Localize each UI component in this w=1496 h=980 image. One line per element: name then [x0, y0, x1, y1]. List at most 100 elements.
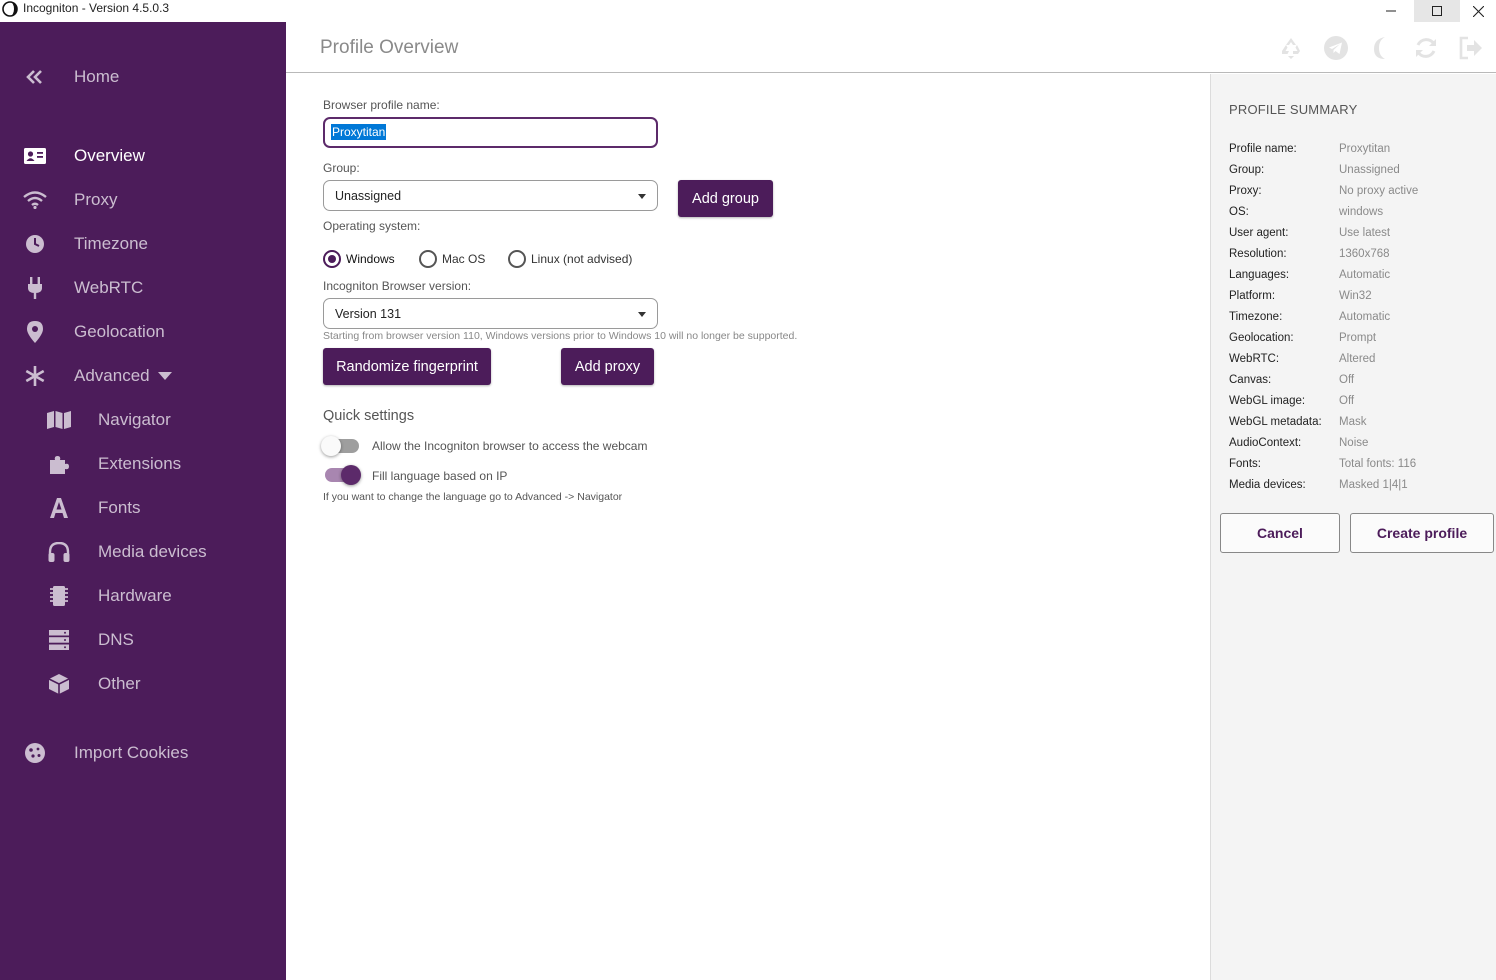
sidebar-item-timezone[interactable]: Timezone — [0, 226, 286, 262]
quick-settings-title: Quick settings — [323, 408, 415, 424]
logout-icon[interactable] — [1458, 35, 1484, 61]
summary-value: Prompt — [1339, 332, 1377, 344]
map-pin-icon — [23, 320, 47, 344]
maximize-icon — [1432, 6, 1442, 16]
profile-name-value: Proxytitan — [331, 124, 387, 140]
language-toggle[interactable] — [321, 465, 361, 485]
summary-value: Use latest — [1339, 227, 1391, 239]
sidebar-item-navigator[interactable]: Navigator — [0, 402, 286, 438]
add-proxy-button[interactable]: Add proxy — [561, 348, 654, 385]
sidebar-item-hardware[interactable]: Hardware — [0, 578, 286, 614]
summary-value: Noise — [1339, 437, 1369, 449]
maximize-button[interactable] — [1414, 0, 1460, 22]
summary-row: Geolocation: Prompt — [1229, 332, 1496, 353]
summary-row: Canvas: Off — [1229, 374, 1496, 395]
window-titlebar: Incogniton - Version 4.5.0.3 — [0, 0, 1496, 22]
webcam-toggle[interactable] — [321, 436, 361, 456]
page-title: Profile Overview — [320, 37, 459, 58]
os-radio-windows[interactable]: Windows — [323, 249, 395, 269]
profile-summary-panel: PROFILE SUMMARY Profile name: Proxytitan G… — [1210, 74, 1496, 980]
summary-key: User agent: — [1229, 227, 1289, 239]
cancel-button[interactable]: Cancel — [1220, 513, 1340, 553]
summary-row: WebGL metadata: Mask — [1229, 416, 1496, 437]
double-chevron-left-icon — [23, 65, 47, 89]
sidebar-item-label: Other — [98, 674, 141, 693]
sidebar-item-label: Proxy — [74, 190, 118, 209]
browser-version-select[interactable]: Version 131 — [323, 298, 658, 329]
close-icon — [1472, 5, 1484, 17]
browser-version-value: Version 131 — [335, 307, 402, 321]
asterisk-icon — [23, 364, 47, 388]
incogniton-logo-icon — [2, 1, 18, 17]
caret-down-icon — [158, 372, 172, 380]
sidebar-item-webrtc[interactable]: WebRTC — [0, 270, 286, 306]
summary-key: Group: — [1229, 164, 1265, 176]
sidebar-item-geolocation[interactable]: Geolocation — [0, 314, 286, 350]
sidebar-item-home[interactable]: Home — [0, 59, 286, 95]
minimize-icon — [1386, 10, 1396, 12]
sidebar-item-other[interactable]: Other — [0, 666, 286, 702]
summary-value: Masked 1|4|1 — [1339, 479, 1408, 491]
summary-value: Off — [1339, 395, 1355, 407]
profile-name-label: Browser profile name: — [323, 98, 440, 112]
summary-row: Media devices: Masked 1|4|1 — [1229, 479, 1496, 500]
sidebar-item-label: Extensions — [98, 454, 182, 473]
summary-value: Off — [1339, 374, 1355, 386]
sidebar-item-label: Timezone — [74, 234, 149, 253]
sidebar-item-dns[interactable]: DNS — [0, 622, 286, 658]
summary-key: AudioContext: — [1229, 437, 1302, 449]
sidebar-item-fonts[interactable]: Fonts — [0, 490, 286, 526]
summary-value: Automatic — [1339, 269, 1391, 281]
sidebar-item-label: Media devices — [98, 542, 207, 561]
refresh-icon[interactable] — [1413, 35, 1439, 61]
add-group-button[interactable]: Add group — [678, 180, 773, 217]
summary-key: Languages: — [1229, 269, 1290, 281]
cookie-icon — [23, 741, 47, 765]
sidebar-item-label: DNS — [98, 630, 134, 649]
summary-value: Mask — [1339, 416, 1367, 428]
summary-value: Win32 — [1339, 290, 1372, 302]
summary-key: Media devices: — [1229, 479, 1306, 491]
sidebar-item-advanced[interactable]: Advanced — [0, 358, 286, 394]
minimize-button[interactable] — [1368, 0, 1414, 22]
summary-row: Resolution: 1360x768 — [1229, 248, 1496, 269]
sidebar-item-media-devices[interactable]: Media devices — [0, 534, 286, 570]
profile-name-input[interactable]: Proxytitan — [323, 117, 658, 148]
summary-key: Timezone: — [1229, 311, 1283, 323]
summary-row: Fonts: Total fonts: 116 — [1229, 458, 1496, 479]
sidebar-item-proxy[interactable]: Proxy — [0, 182, 286, 218]
puzzle-icon — [47, 452, 71, 476]
summary-row: WebGL image: Off — [1229, 395, 1496, 416]
dropdown-caret-icon — [638, 194, 646, 199]
version-note: Starting from browser version 110, Windo… — [323, 330, 798, 342]
create-profile-button[interactable]: Create profile — [1350, 513, 1494, 553]
os-radio-linux[interactable]: Linux (not advised) — [508, 249, 632, 269]
group-select[interactable]: Unassigned — [323, 180, 658, 211]
summary-key: OS: — [1229, 206, 1249, 218]
summary-value: No proxy active — [1339, 185, 1419, 197]
sidebar-item-extensions[interactable]: Extensions — [0, 446, 286, 482]
summary-value: Altered — [1339, 353, 1376, 365]
sidebar-item-import-cookies[interactable]: Import Cookies — [0, 735, 286, 771]
close-window-button[interactable] — [1460, 0, 1496, 22]
moon-icon[interactable] — [1368, 35, 1394, 61]
summary-value: 1360x768 — [1339, 248, 1390, 260]
randomize-fingerprint-button[interactable]: Randomize fingerprint — [323, 348, 491, 385]
language-note: If you want to change the language go to… — [323, 491, 623, 503]
sidebar-item-overview[interactable]: Overview — [0, 138, 286, 174]
summary-row: User agent: Use latest — [1229, 227, 1496, 248]
group-value: Unassigned — [335, 189, 402, 203]
summary-key: Fonts: — [1229, 458, 1261, 470]
os-radio-label: Linux (not advised) — [531, 252, 633, 266]
recycle-icon[interactable] — [1278, 35, 1304, 61]
summary-value: Unassigned — [1339, 164, 1400, 176]
summary-value: Total fonts: 116 — [1339, 458, 1417, 470]
sidebar-item-label: Navigator — [98, 410, 171, 429]
summary-value: Automatic — [1339, 311, 1391, 323]
page-header: Profile Overview — [286, 22, 1496, 73]
sidebar-item-label: Hardware — [98, 586, 172, 605]
os-radio-macos[interactable]: Mac OS — [419, 249, 485, 269]
toggle-thumb — [341, 465, 361, 485]
headphones-icon — [47, 540, 71, 564]
telegram-icon[interactable] — [1323, 35, 1349, 61]
